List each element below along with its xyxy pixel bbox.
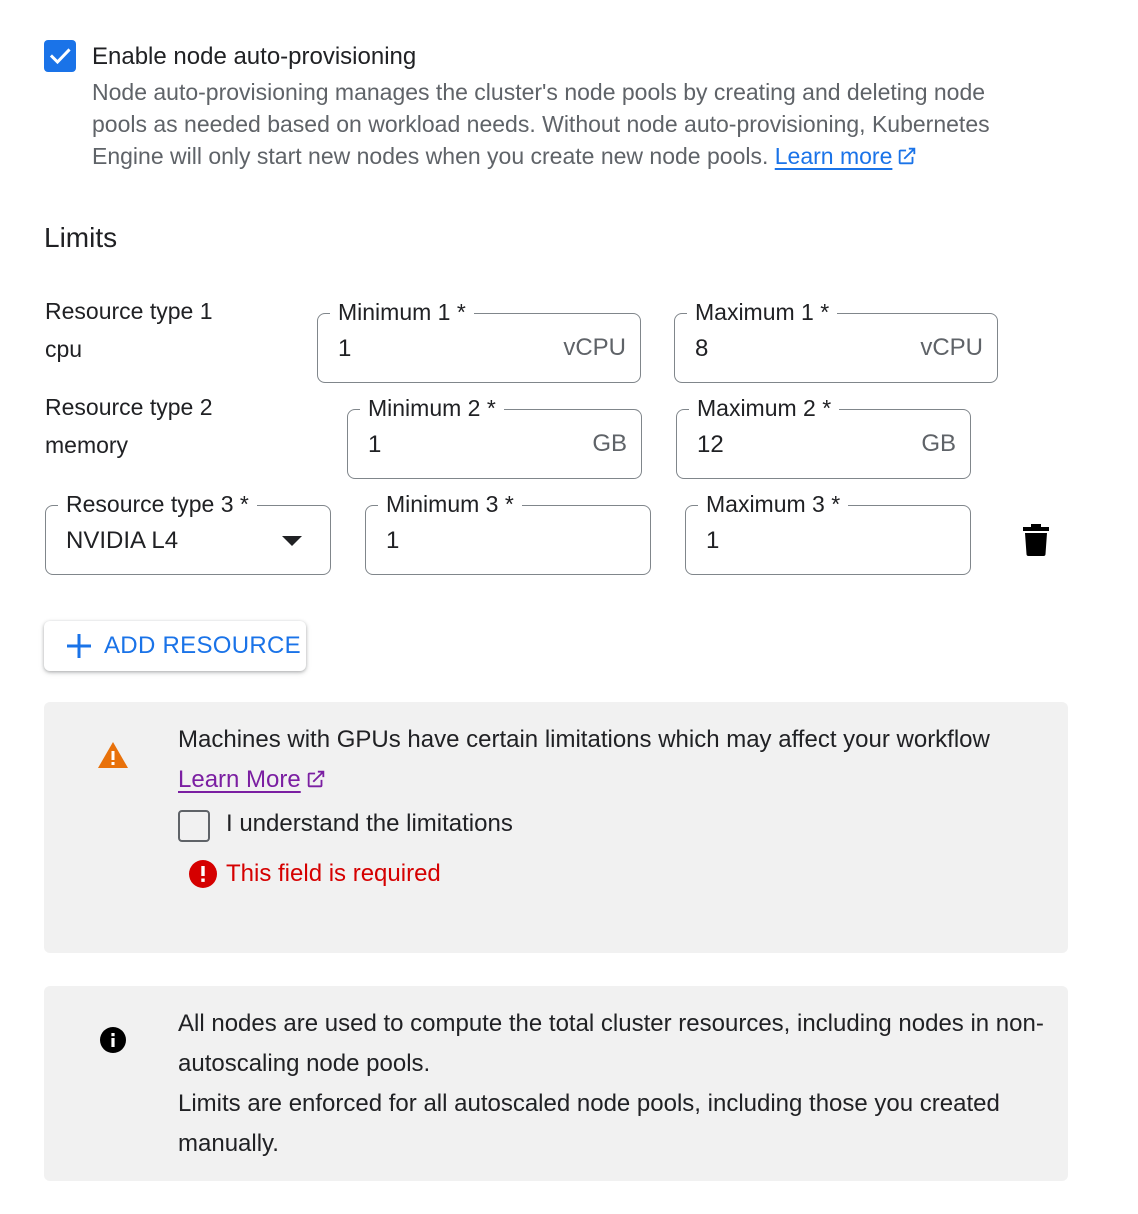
minimum-3-label: Minimum 3 * bbox=[378, 490, 522, 518]
maximum-2-value[interactable]: 12 bbox=[697, 431, 724, 459]
external-link-icon bbox=[899, 147, 916, 165]
dropdown-arrow-icon[interactable] bbox=[282, 536, 302, 546]
add-resource-button[interactable]: ADD RESOURCE bbox=[44, 621, 306, 671]
maximum-1-label: Maximum 1 * bbox=[687, 298, 838, 326]
maximum-1-value[interactable]: 8 bbox=[695, 335, 708, 363]
minimum-2-field[interactable]: Minimum 2 * 1 GB bbox=[347, 394, 642, 479]
minimum-2-value[interactable]: 1 bbox=[368, 431, 381, 459]
maximum-2-unit: GB bbox=[921, 430, 956, 457]
minimum-2-unit: GB bbox=[592, 430, 627, 457]
resource-type-value: memory bbox=[45, 432, 129, 458]
resource-type-value: cpu bbox=[45, 336, 83, 362]
minimum-1-unit: vCPU bbox=[563, 334, 626, 361]
field-required-error: This field is required bbox=[226, 860, 441, 887]
limits-title: Limits bbox=[44, 222, 118, 253]
minimum-1-field[interactable]: Minimum 1 * 1 vCPU bbox=[317, 298, 641, 383]
maximum-1-unit: vCPU bbox=[920, 334, 983, 361]
checkmark-icon bbox=[49, 48, 71, 65]
understand-limitations-label[interactable]: I understand the limitations bbox=[226, 808, 513, 840]
external-link-icon bbox=[307, 770, 324, 788]
warning-icon bbox=[98, 742, 128, 768]
plus-icon bbox=[67, 634, 91, 658]
error-icon bbox=[189, 860, 217, 888]
trash-icon[interactable] bbox=[1022, 524, 1050, 556]
maximum-3-field[interactable]: Maximum 3 * 1 bbox=[685, 490, 971, 575]
minimum-1-label: Minimum 1 * bbox=[330, 298, 474, 326]
info-line-1: All nodes are used to compute the total … bbox=[178, 1010, 1044, 1077]
autoprovisioning-description: Node auto-provisioning manages the clust… bbox=[92, 76, 1037, 172]
maximum-3-label: Maximum 3 * bbox=[698, 490, 849, 518]
resource-type-label: Resource type 1 bbox=[45, 298, 213, 324]
maximum-3-value[interactable]: 1 bbox=[706, 527, 719, 555]
minimum-3-value[interactable]: 1 bbox=[386, 527, 399, 555]
resource-2-label: Resource type 2 memory bbox=[45, 393, 212, 459]
learn-more-link[interactable]: Learn more bbox=[775, 143, 893, 169]
minimum-3-field[interactable]: Minimum 3 * 1 bbox=[365, 490, 651, 575]
minimum-1-value[interactable]: 1 bbox=[338, 335, 351, 363]
gpu-warning-panel: Machines with GPUs have certain limitati… bbox=[44, 702, 1068, 953]
maximum-1-field[interactable]: Maximum 1 * 8 vCPU bbox=[674, 298, 998, 383]
info-line-2: Limits are enforced for all autoscaled n… bbox=[178, 1090, 1000, 1157]
gpu-warning-message: Machines with GPUs have certain limitati… bbox=[178, 720, 1038, 800]
autoprovisioning-checkbox[interactable] bbox=[44, 40, 76, 72]
info-message: All nodes are used to compute the total … bbox=[178, 1004, 1048, 1164]
autoprovisioning-label: Enable node auto-provisioning bbox=[92, 43, 417, 70]
add-resource-label: ADD RESOURCE bbox=[104, 632, 301, 659]
resource-1-label: Resource type 1 cpu bbox=[45, 297, 212, 363]
resource-type-3-label: Resource type 3 * bbox=[58, 490, 257, 518]
info-icon bbox=[100, 1027, 126, 1053]
gpu-warning-text: Machines with GPUs have certain limitati… bbox=[178, 726, 990, 753]
minimum-2-label: Minimum 2 * bbox=[360, 394, 504, 422]
maximum-2-label: Maximum 2 * bbox=[689, 394, 840, 422]
node-autoprovisioning-section: Enable node auto-provisioning Node auto-… bbox=[0, 0, 1138, 1214]
gpu-learn-more-link[interactable]: Learn More bbox=[178, 766, 301, 793]
resource-type-3-value: NVIDIA L4 bbox=[66, 527, 179, 554]
resource-type-label: Resource type 2 bbox=[45, 394, 213, 420]
resource-type-3-select[interactable]: Resource type 3 * NVIDIA L4 bbox=[45, 490, 331, 575]
maximum-2-field[interactable]: Maximum 2 * 12 GB bbox=[676, 394, 971, 479]
understand-limitations-checkbox[interactable] bbox=[178, 810, 210, 842]
info-panel: All nodes are used to compute the total … bbox=[44, 986, 1068, 1181]
